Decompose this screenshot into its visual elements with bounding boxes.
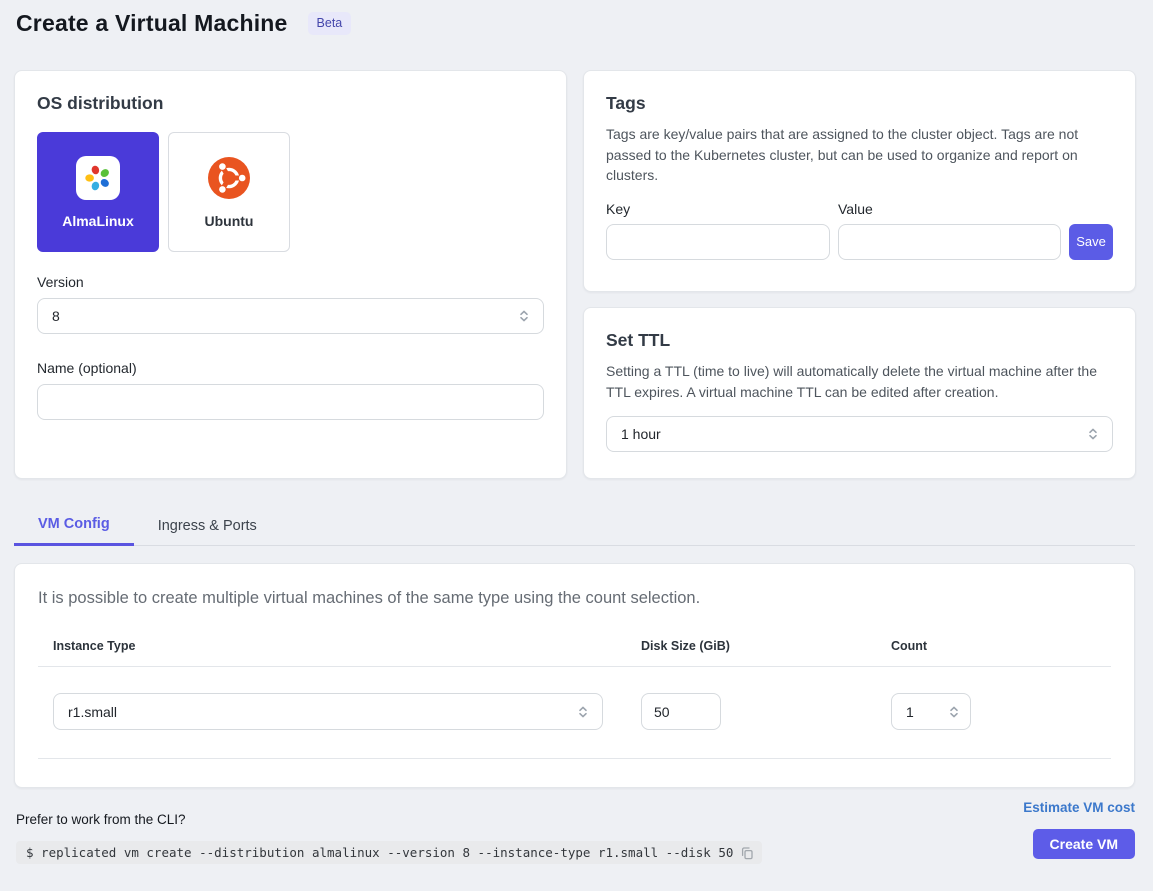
distribution-tile-label: Ubuntu bbox=[205, 213, 254, 229]
vm-name-label: Name (optional) bbox=[37, 360, 544, 376]
vm-config-intro: It is possible to create multiple virtua… bbox=[38, 589, 1111, 608]
ttl-select[interactable]: 1 hour bbox=[606, 416, 1113, 452]
tags-description: Tags are key/value pairs that are assign… bbox=[606, 124, 1113, 186]
ttl-select-value: 1 hour bbox=[621, 426, 661, 442]
tags-card: Tags Tags are key/value pairs that are a… bbox=[583, 70, 1136, 292]
tags-title: Tags bbox=[606, 93, 1113, 114]
tag-value-label: Value bbox=[838, 201, 873, 217]
version-label: Version bbox=[37, 274, 544, 290]
column-disk-size: Disk Size (GiB) bbox=[641, 639, 891, 653]
version-select-value: 8 bbox=[52, 308, 60, 324]
set-ttl-description: Setting a TTL (time to live) will automa… bbox=[606, 361, 1113, 402]
select-chevrons-icon bbox=[1086, 427, 1100, 441]
stepper-chevrons-icon bbox=[947, 705, 961, 719]
instance-type-value: r1.small bbox=[68, 704, 117, 720]
config-tabs: VM Config Ingress & Ports bbox=[14, 505, 1135, 546]
count-value: 1 bbox=[906, 704, 914, 720]
page-title: Create a Virtual Machine bbox=[16, 10, 288, 37]
tag-key-input[interactable] bbox=[606, 224, 830, 260]
set-ttl-card: Set TTL Setting a TTL (time to live) wil… bbox=[583, 307, 1136, 479]
distribution-tile-ubuntu[interactable]: Ubuntu bbox=[168, 132, 290, 252]
set-ttl-title: Set TTL bbox=[606, 330, 1113, 351]
tab-ingress-ports[interactable]: Ingress & Ports bbox=[134, 505, 281, 546]
ubuntu-logo-icon bbox=[207, 156, 251, 200]
disk-size-input[interactable] bbox=[641, 693, 721, 730]
save-tag-button[interactable]: Save bbox=[1069, 224, 1113, 260]
distribution-tiles: AlmaLinux bbox=[37, 132, 544, 252]
vm-name-input[interactable] bbox=[37, 384, 544, 420]
vm-config-card: It is possible to create multiple virtua… bbox=[14, 563, 1135, 788]
create-vm-page: Create a Virtual Machine Beta OS distrib… bbox=[0, 0, 1153, 891]
vm-table: Instance Type Disk Size (GiB) Count r1.s… bbox=[38, 639, 1111, 759]
distribution-tile-label: AlmaLinux bbox=[62, 213, 134, 229]
tag-key-label: Key bbox=[606, 201, 838, 217]
distribution-tile-almalinux[interactable]: AlmaLinux bbox=[37, 132, 159, 252]
copy-icon[interactable] bbox=[740, 846, 754, 860]
column-instance-type: Instance Type bbox=[53, 639, 641, 653]
vm-table-row: r1.small 1 bbox=[38, 667, 1111, 759]
page-header: Create a Virtual Machine Beta bbox=[16, 10, 351, 37]
estimate-vm-cost-link[interactable]: Estimate VM cost bbox=[1023, 800, 1135, 815]
tag-value-input[interactable] bbox=[838, 224, 1062, 260]
select-chevrons-icon bbox=[517, 309, 531, 323]
os-distribution-card: OS distribution AlmaLinux bbox=[14, 70, 567, 479]
create-vm-button[interactable]: Create VM bbox=[1033, 829, 1135, 859]
cli-command-block: $ replicated vm create --distribution al… bbox=[16, 841, 762, 864]
vm-table-header: Instance Type Disk Size (GiB) Count bbox=[38, 639, 1111, 667]
beta-badge: Beta bbox=[308, 12, 352, 35]
cli-prompt-label: Prefer to work from the CLI? bbox=[16, 812, 186, 827]
tag-inputs-row: Save bbox=[606, 224, 1113, 260]
select-chevrons-icon bbox=[576, 705, 590, 719]
tab-vm-config[interactable]: VM Config bbox=[14, 505, 134, 546]
almalinux-logo-icon bbox=[76, 156, 120, 200]
column-count: Count bbox=[891, 639, 1096, 653]
os-distribution-title: OS distribution bbox=[37, 93, 544, 114]
cli-command-text: $ replicated vm create --distribution al… bbox=[26, 845, 733, 860]
tag-labels-row: Key Value bbox=[606, 201, 1113, 217]
instance-type-select[interactable]: r1.small bbox=[53, 693, 603, 730]
count-stepper[interactable]: 1 bbox=[891, 693, 971, 730]
version-select[interactable]: 8 bbox=[37, 298, 544, 334]
